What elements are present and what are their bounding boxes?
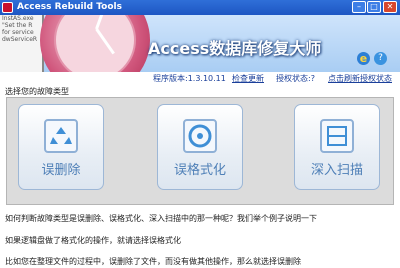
book-line: InstAS.exe xyxy=(2,15,34,22)
window-title: Access Rebuild Tools xyxy=(17,2,122,12)
info-bar: 程序版本:1.3.10.11 检查更新 授权状态:? 点击刷新授权状态 xyxy=(0,72,400,86)
tile-label: 误删除 xyxy=(41,163,81,178)
format-disk-icon xyxy=(183,119,217,153)
recycle-icon xyxy=(44,119,78,153)
close-button[interactable]: ✕ xyxy=(383,1,397,13)
clock-graphic xyxy=(40,15,150,72)
misformat-button[interactable]: 误格式化 xyxy=(157,104,243,190)
description-line: 比如您在整理文件的过程中，误删除了文件，而没有做其他操作，那么就选择误删除 xyxy=(5,257,301,266)
tile-label: 误格式化 xyxy=(173,163,226,178)
maximize-button[interactable]: □ xyxy=(367,1,381,13)
header-banner: InstAS.exe "Set the R for service dwServ… xyxy=(0,15,400,72)
title-bar: Access Rebuild Tools – □ ✕ xyxy=(0,0,400,15)
app-icon xyxy=(2,2,13,13)
tile-label: 深入扫描 xyxy=(310,163,363,178)
description-line: 如果逻辑盘做了格式化的操作，就请选择误格式化 xyxy=(5,236,181,245)
refresh-auth-link[interactable]: 点击刷新授权状态 xyxy=(328,73,392,85)
check-update-link[interactable]: 检查更新 xyxy=(232,73,264,85)
brand-title: Access数据库修复大师 xyxy=(148,39,322,58)
book-line: for service xyxy=(2,29,34,36)
help-icon[interactable]: ? xyxy=(374,52,387,65)
book-line: "Set the R xyxy=(2,22,33,29)
ie-icon[interactable]: e xyxy=(357,52,370,65)
auth-status-text: 授权状态:? xyxy=(276,74,315,83)
minimize-button[interactable]: – xyxy=(352,1,366,13)
deep-scan-icon xyxy=(320,119,354,153)
version-text: 程序版本:1.3.10.11 xyxy=(153,74,226,83)
deep-scan-button[interactable]: 深入扫描 xyxy=(294,104,380,190)
misdelete-button[interactable]: 误删除 xyxy=(18,104,104,190)
description-line: 如何判断故障类型是误删除、误格式化、深入扫描中的那一种呢？我们举个例子说明一下 xyxy=(5,214,317,223)
book-line: dwServiceR xyxy=(2,36,38,43)
book-graphic: InstAS.exe "Set the R for service dwServ… xyxy=(0,15,44,72)
clock-face xyxy=(54,15,136,72)
